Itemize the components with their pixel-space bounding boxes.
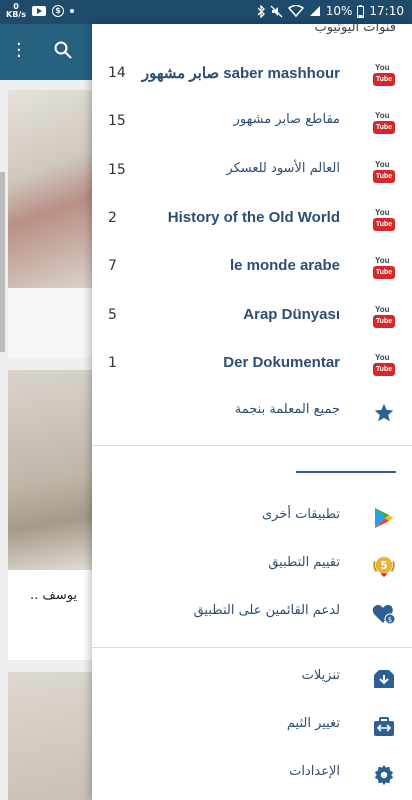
- video-card-info[interactable]: [8, 570, 92, 660]
- channel-count: 2: [108, 210, 117, 226]
- settings-label: الإعدادات: [289, 764, 340, 779]
- section-divider: [92, 445, 412, 446]
- channel-item[interactable]: 1 Der Dokumentar You Tube: [92, 341, 412, 389]
- channel-count: 15: [108, 162, 126, 178]
- downloads-item[interactable]: تنزيلات: [92, 655, 412, 703]
- network-speed: 0 KB/s: [6, 2, 26, 19]
- other-apps-item[interactable]: تطبيقات أخرى: [92, 494, 412, 542]
- play-store-icon: [372, 506, 396, 530]
- signal-icon: [309, 6, 320, 16]
- channel-label: مقاطع صابر مشهور: [233, 112, 340, 127]
- overflow-menu-icon[interactable]: · · ·: [16, 36, 22, 66]
- youtube-icon: You Tube: [372, 160, 396, 184]
- channel-item[interactable]: 14 صابر مشهور saber mashhour You Tube: [92, 51, 412, 99]
- gear-icon: [372, 763, 396, 787]
- rating-badge-icon: 5: [372, 554, 396, 578]
- donate-heart-icon: $: [372, 602, 396, 626]
- channel-item[interactable]: 15 مقاطع صابر مشهور You Tube: [92, 99, 412, 147]
- svg-text:5: 5: [380, 561, 387, 572]
- youtube-icon: You Tube: [372, 256, 396, 280]
- youtube-notification-icon: [31, 6, 46, 16]
- channel-item[interactable]: 2 History of the Old World You Tube: [92, 196, 412, 244]
- channel-item[interactable]: 7 le monde arabe You Tube: [92, 244, 412, 292]
- youtube-icon: You Tube: [372, 111, 396, 135]
- channel-label: العالم الأسود للعسكر: [226, 161, 340, 176]
- support-label: لدعم القائمين على التطبيق: [193, 603, 340, 618]
- downloads-label: تنزيلات: [301, 668, 340, 683]
- svg-text:$: $: [388, 616, 392, 624]
- change-theme-item[interactable]: تغيير الثيم: [92, 703, 412, 751]
- video-thumbnail[interactable]: [8, 370, 92, 570]
- section-divider: [92, 647, 412, 648]
- youtube-icon: You Tube: [372, 208, 396, 232]
- channel-count: 5: [108, 307, 117, 323]
- channel-count: 14: [108, 65, 126, 81]
- channel-item[interactable]: 5 Arap Dünyası You Tube: [92, 293, 412, 341]
- video-list: [0, 80, 92, 800]
- channel-label: le monde arabe: [229, 257, 340, 274]
- dollar-notification-icon: $: [51, 5, 64, 17]
- video-title: يوسف ..: [30, 588, 78, 603]
- channel-label: صابر مشهور saber mashhour: [141, 65, 340, 82]
- channel-item[interactable]: 15 العالم الأسود للعسكر You Tube: [92, 148, 412, 196]
- battery-icon: [357, 4, 365, 18]
- starred-label: جميع المعلمة بنجمة: [234, 402, 340, 417]
- battery-percent: 10%: [325, 4, 353, 18]
- youtube-icon: You Tube: [372, 63, 396, 87]
- channel-label: Arap Dünyası: [243, 306, 340, 323]
- video-card-info[interactable]: [8, 288, 92, 358]
- navigation-drawer: قنوات اليوتيوب 14 صابر مشهور saber mashh…: [92, 24, 412, 800]
- wifi-icon: [287, 5, 304, 17]
- support-item[interactable]: لدعم القائمين على التطبيق $: [92, 590, 412, 638]
- clock: 17:10: [369, 4, 404, 18]
- status-bar: 0 KB/s $ 10% 17:10: [0, 0, 412, 24]
- mute-icon: [270, 5, 283, 17]
- youtube-icon: You Tube: [372, 305, 396, 329]
- youtube-icon: You Tube: [372, 353, 396, 377]
- channel-count: 15: [108, 113, 126, 129]
- rate-app-item[interactable]: تقييم التطبيق 5: [92, 542, 412, 590]
- theme-icon: [372, 715, 396, 739]
- drawer-section-title: قنوات اليوتيوب: [314, 24, 396, 35]
- bluetooth-icon: [257, 4, 265, 18]
- channel-count: 7: [108, 258, 117, 274]
- section-underline: [296, 471, 396, 473]
- starred-item[interactable]: جميع المعلمة بنجمة: [92, 389, 412, 437]
- rate-app-label: تقييم التطبيق: [268, 555, 340, 570]
- video-thumbnail[interactable]: [8, 672, 92, 800]
- search-icon[interactable]: [54, 41, 72, 59]
- channel-count: 1: [108, 355, 117, 371]
- change-theme-label: تغيير الثيم: [286, 716, 340, 731]
- channel-label: History of the Old World: [167, 209, 340, 226]
- channel-label: Der Dokumentar: [223, 354, 340, 371]
- download-icon: [372, 667, 396, 691]
- scrollbar[interactable]: [0, 172, 5, 352]
- notification-dot-icon: [69, 9, 74, 13]
- video-thumbnail[interactable]: [8, 90, 92, 288]
- other-apps-label: تطبيقات أخرى: [261, 507, 340, 522]
- star-icon: [372, 401, 396, 425]
- settings-item[interactable]: الإعدادات: [92, 751, 412, 799]
